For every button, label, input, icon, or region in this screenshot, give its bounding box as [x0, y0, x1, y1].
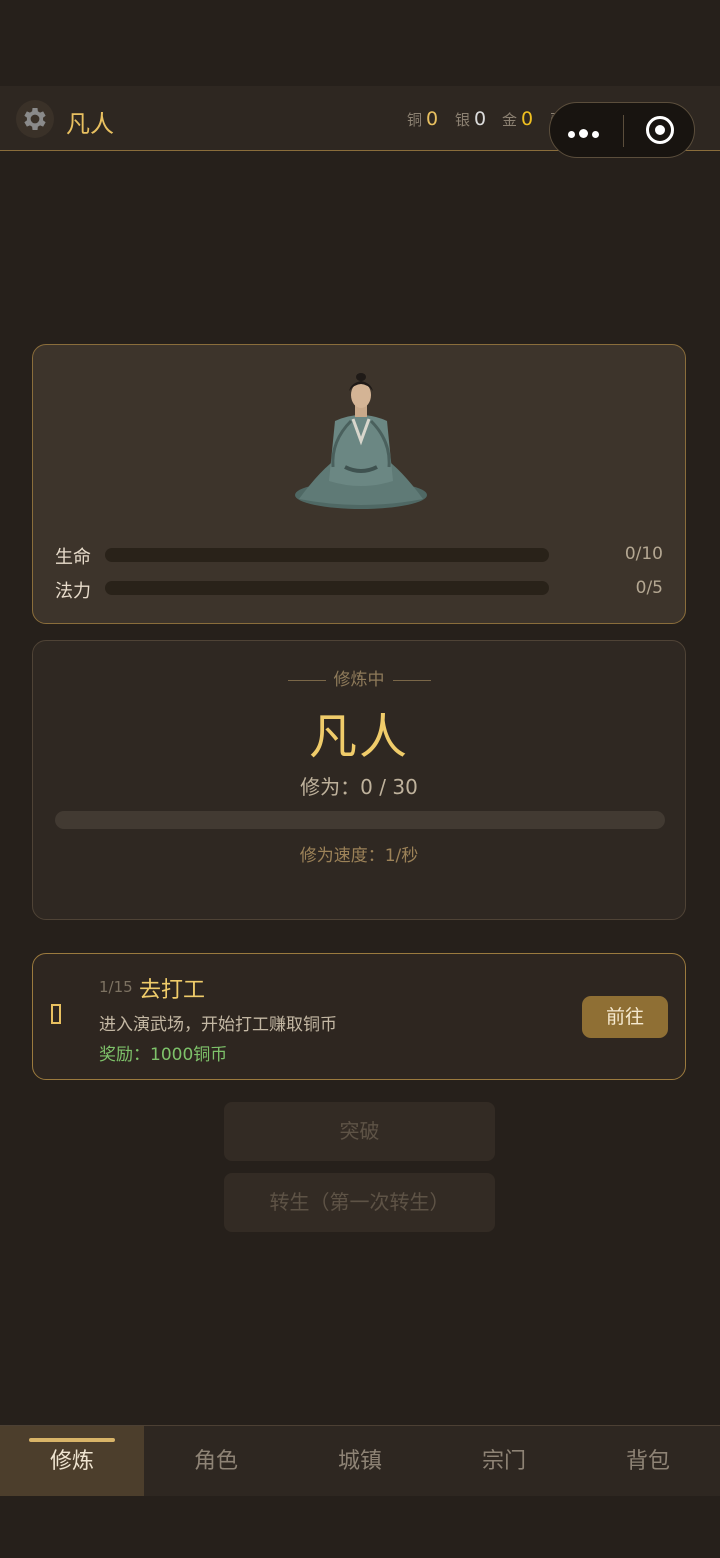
- cultivation-status: 修炼中: [33, 665, 685, 690]
- gear-icon: [24, 108, 46, 130]
- cultivation-speed: 修为速度：1/秒: [299, 846, 419, 866]
- copper-currency: 铜0: [407, 108, 438, 130]
- hp-bar: [105, 548, 549, 562]
- bottom-tab-bar: 修炼 角色 城镇 宗门 背包: [0, 1425, 720, 1496]
- copper-value: 0: [426, 108, 439, 130]
- realm-title: 凡人: [66, 110, 114, 138]
- meditating-character-avatar: [295, 373, 427, 509]
- tab-cultivation[interactable]: 修炼: [0, 1426, 144, 1496]
- tab-character[interactable]: 角色: [144, 1426, 288, 1496]
- close-miniprogram-button[interactable]: [646, 116, 674, 144]
- mp-label: 法力: [55, 581, 91, 602]
- mp-value: 0/5: [635, 578, 663, 598]
- gold-currency: 金0: [502, 108, 533, 130]
- copper-label: 铜: [407, 111, 423, 129]
- breakthrough-button[interactable]: 突破: [224, 1102, 495, 1161]
- task-icon: [51, 1004, 61, 1024]
- tab-backpack[interactable]: 背包: [576, 1426, 720, 1496]
- task-card: 1/15 去打工 进入演武场，开始打工赚取铜币 奖励：1000铜币 前往: [32, 953, 686, 1080]
- cultivation-xp: 修为：0 / 30: [300, 775, 418, 799]
- task-reward: 奖励：1000铜币: [99, 1045, 228, 1065]
- cultivation-card: 修炼中 凡人 修为：0 / 30 修为速度：1/秒: [32, 640, 686, 920]
- character-card: 生命 0/10 法力 0/5: [32, 344, 686, 624]
- gold-label: 金: [502, 111, 518, 129]
- tab-town[interactable]: 城镇: [288, 1426, 432, 1496]
- capsule-divider: [623, 115, 624, 147]
- hp-value: 0/10: [624, 544, 663, 564]
- cultivation-status-text: 修炼中: [333, 670, 385, 690]
- gold-value: 0: [521, 108, 534, 130]
- task-progress: 1/15: [99, 978, 133, 996]
- task-description: 进入演武场，开始打工赚取铜币: [99, 1015, 337, 1035]
- tab-sect[interactable]: 宗门: [432, 1426, 576, 1496]
- silver-label: 银: [455, 111, 471, 129]
- mp-bar: [105, 581, 549, 595]
- silver-currency: 银0: [455, 108, 486, 130]
- rebirth-button[interactable]: 转生（第一次转生）: [224, 1173, 495, 1232]
- more-dots-icon: [568, 123, 603, 142]
- miniprogram-capsule: [549, 102, 695, 158]
- silver-value: 0: [474, 108, 487, 130]
- cultivation-progress-bar: [55, 811, 665, 829]
- cultivation-realm: 凡人: [308, 709, 409, 765]
- task-go-button[interactable]: 前往: [582, 996, 668, 1038]
- settings-button[interactable]: [16, 100, 54, 138]
- hp-label: 生命: [55, 547, 91, 568]
- task-title: 去打工: [139, 978, 206, 1003]
- more-menu-button[interactable]: [568, 123, 603, 142]
